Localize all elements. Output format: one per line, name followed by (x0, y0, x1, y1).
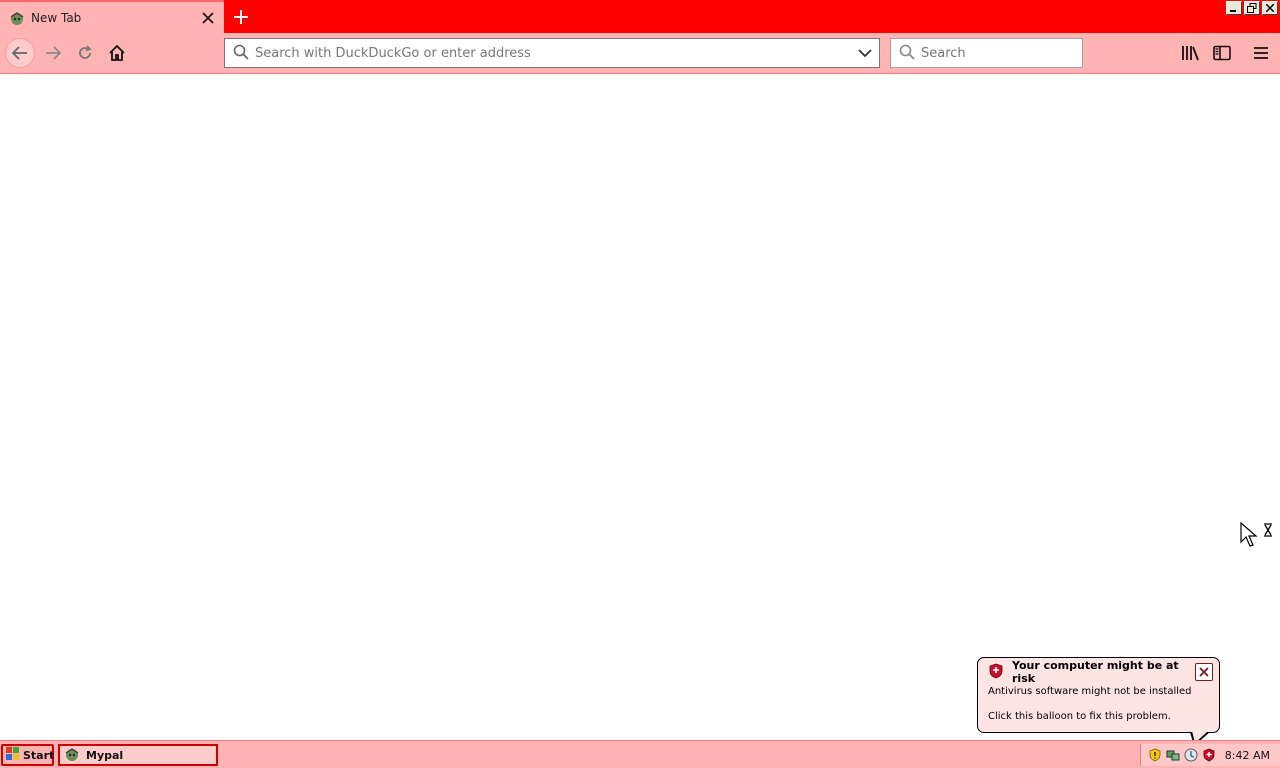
network-icon[interactable] (1165, 747, 1181, 763)
page-content (0, 74, 1280, 740)
start-button[interactable]: Start (1, 744, 54, 766)
minimize-icon[interactable] (1226, 1, 1242, 15)
tab-bar: New Tab (0, 0, 1280, 33)
home-icon (109, 44, 125, 61)
shield-alert-icon[interactable] (1201, 747, 1217, 763)
chevron-down-icon[interactable] (851, 39, 879, 67)
browser-logo-icon (9, 10, 25, 26)
reload-button[interactable] (70, 38, 100, 68)
search-icon (233, 44, 249, 63)
sidebar-icon (1213, 45, 1231, 61)
taskbar-item-label: Mypal (86, 748, 124, 762)
clock[interactable]: 8:42 AM (1225, 749, 1270, 762)
windows-logo-icon (6, 746, 20, 764)
tab-title: New Tab (31, 10, 82, 25)
close-window-icon[interactable] (1262, 1, 1278, 15)
search-icon (899, 44, 915, 63)
window-controls (1226, 1, 1278, 15)
browser-logo-icon (64, 746, 80, 765)
search-input[interactable] (921, 45, 1091, 61)
hamburger-menu-icon (1254, 47, 1268, 59)
close-icon[interactable] (1195, 663, 1213, 681)
address-input[interactable] (255, 45, 851, 61)
taskbar-item-mypal[interactable]: Mypal (58, 744, 218, 766)
forward-button[interactable] (38, 38, 68, 68)
close-tab-icon[interactable] (194, 4, 222, 32)
busy-cursor-icon (1240, 521, 1274, 554)
library-icon (1182, 46, 1199, 61)
tab-new-tab[interactable]: New Tab (0, 0, 224, 33)
start-label: Start (23, 748, 55, 762)
library-button[interactable] (1175, 38, 1205, 68)
sidebar-toggle-button[interactable] (1207, 38, 1237, 68)
security-notification-balloon[interactable]: Your computer might be at risk Antivirus… (977, 657, 1220, 733)
search-bar[interactable] (890, 38, 1091, 68)
back-button[interactable] (5, 38, 35, 68)
address-bar[interactable] (224, 38, 880, 68)
restore-icon[interactable] (1244, 1, 1260, 15)
balloon-action-text: Click this balloon to fix this problem. (988, 711, 1171, 722)
arrow-left-icon (11, 46, 27, 60)
update-icon[interactable] (1183, 747, 1199, 763)
taskbar: Start Mypal 8:42 AM (0, 740, 1280, 768)
navigation-toolbar (0, 33, 1280, 74)
balloon-message: Antivirus software might not be installe… (988, 686, 1192, 697)
menu-button[interactable] (1246, 38, 1276, 68)
arrow-right-icon (46, 46, 62, 60)
security-warning-icon[interactable] (1147, 747, 1163, 763)
balloon-title: Your computer might be at risk (1012, 659, 1179, 685)
system-tray: 8:42 AM (1140, 744, 1280, 766)
shield-alert-icon (988, 663, 1004, 682)
new-tab-button[interactable] (226, 2, 256, 32)
home-button[interactable] (102, 38, 132, 68)
reload-icon (79, 45, 92, 59)
